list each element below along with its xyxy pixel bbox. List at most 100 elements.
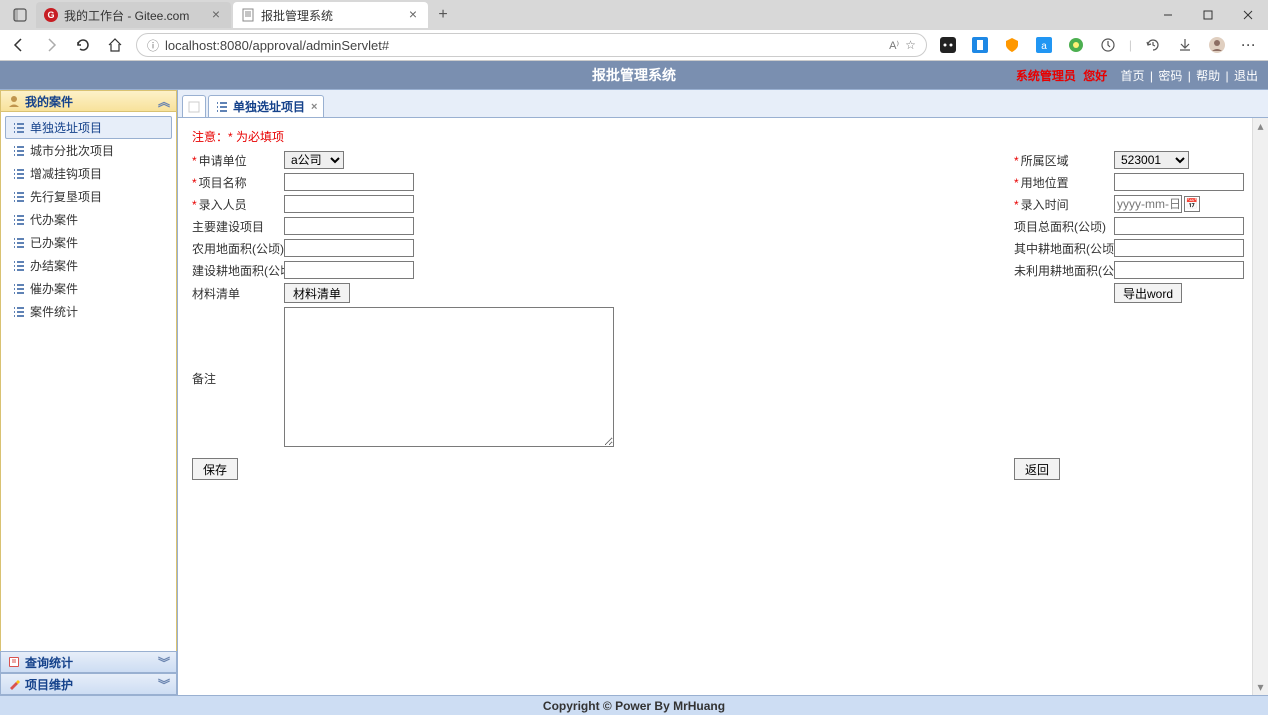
close-icon[interactable]: ×: [209, 8, 223, 22]
close-icon[interactable]: ×: [311, 101, 317, 113]
ext-icon-5[interactable]: [1065, 34, 1087, 56]
total-area-input[interactable]: [1114, 217, 1244, 235]
label-main-build: 主要建设项目: [192, 218, 284, 235]
sidebar-item-done[interactable]: 已办案件: [5, 231, 172, 254]
project-name-input[interactable]: [284, 173, 414, 191]
label-material-list: 材料清单: [192, 285, 284, 302]
land-location-input[interactable]: [1114, 173, 1244, 191]
minimize-button[interactable]: [1148, 0, 1188, 30]
favorite-icon[interactable]: ☆: [905, 38, 916, 52]
browser-tab-gitee[interactable]: G 我的工作台 - Gitee.com ×: [36, 2, 231, 28]
sidebar-item-pending[interactable]: 代办案件: [5, 208, 172, 231]
export-word-button[interactable]: 导出word: [1114, 283, 1182, 303]
list-icon: [12, 305, 26, 319]
nav-label: 案件统计: [30, 303, 78, 320]
ext-icon-1[interactable]: [937, 34, 959, 56]
collapse-icon[interactable]: ︽: [158, 93, 170, 110]
form: *申请单位 a公司 *所属区域 523001 *项目名称 *用地位置 *录入人员…: [192, 151, 1254, 450]
site-info-icon[interactable]: ⓘ: [147, 37, 159, 54]
ext-icon-2[interactable]: [969, 34, 991, 56]
more-icon[interactable]: ···: [1238, 34, 1260, 56]
app-header: 报批管理系统 系统管理员 您好 首页 | 密码 | 帮助 | 退出: [0, 61, 1268, 89]
browser-tab-app[interactable]: 报批管理系统 ×: [233, 2, 428, 28]
entry-person-input[interactable]: [284, 195, 414, 213]
material-list-button[interactable]: 材料清单: [284, 283, 350, 303]
ext-icon-3[interactable]: [1001, 34, 1023, 56]
scroll-up-icon[interactable]: ▴: [1253, 118, 1268, 134]
app-title: 报批管理系统: [592, 65, 676, 85]
download-icon[interactable]: [1174, 34, 1196, 56]
svg-text:a: a: [1041, 41, 1047, 52]
expand-icon[interactable]: ︾: [158, 676, 170, 693]
sidebar-item-reclaim[interactable]: 先行复垦项目: [5, 185, 172, 208]
copyright: Copyright © Power By MrHuang: [543, 699, 725, 713]
sidebar-item-single-site[interactable]: 单独选址项目: [5, 116, 172, 139]
list-icon: [12, 236, 26, 250]
tab-actions-icon[interactable]: [8, 3, 32, 27]
book-icon: [7, 655, 21, 669]
remark-textarea[interactable]: [284, 307, 614, 447]
tabpane-head: 单独选址项目 ×: [178, 90, 1268, 118]
label-region: *所属区域: [1014, 152, 1114, 169]
sidebar-item-increase-decrease[interactable]: 增减挂钩项目: [5, 162, 172, 185]
save-button[interactable]: 保存: [192, 458, 238, 480]
plow-area-input[interactable]: [1114, 239, 1244, 257]
label-entry-person: *录入人员: [192, 196, 284, 213]
sidebar-item-stats[interactable]: 案件统计: [5, 300, 172, 323]
scroll-down-icon[interactable]: ▾: [1253, 679, 1268, 695]
main-build-input[interactable]: [284, 217, 414, 235]
address-bar[interactable]: ⓘ A⁾ ☆: [136, 33, 927, 57]
required-notice: 注意：* 为必填项: [192, 128, 1254, 145]
browser-chrome: G 我的工作台 - Gitee.com × 报批管理系统 × + ⓘ A⁾ ☆: [0, 0, 1268, 61]
list-icon: [12, 282, 26, 296]
unused-plow-input[interactable]: [1114, 261, 1244, 279]
sidebar-item-city-batch[interactable]: 城市分批次项目: [5, 139, 172, 162]
nav-label: 已办案件: [30, 234, 78, 251]
panel-mycases[interactable]: 我的案件 ︽: [0, 90, 177, 112]
back-button[interactable]: 返回: [1014, 458, 1060, 480]
nav-logout-link[interactable]: 退出: [1234, 69, 1258, 83]
close-window-button[interactable]: [1228, 0, 1268, 30]
list-icon: [12, 190, 26, 204]
panel-project-maint[interactable]: 项目维护 ︾: [0, 673, 177, 695]
history-icon[interactable]: [1142, 34, 1164, 56]
nav-password-link[interactable]: 密码: [1158, 69, 1182, 83]
content: 注意：* 为必填项 *申请单位 a公司 *所属区域 523001 *项目名称 *…: [178, 118, 1268, 695]
url-input[interactable]: [165, 38, 883, 53]
tab-label: 单独选址项目: [233, 98, 305, 115]
forward-button[interactable]: [40, 34, 62, 56]
ext-icon-4[interactable]: a: [1033, 34, 1055, 56]
scrollbar[interactable]: ▴ ▾: [1252, 118, 1268, 695]
tab-single-site[interactable]: 单独选址项目 ×: [208, 95, 324, 117]
extension-icons: a | ···: [937, 34, 1260, 56]
apply-unit-select[interactable]: a公司: [284, 151, 344, 169]
profile-icon[interactable]: [1206, 34, 1228, 56]
build-plow-input[interactable]: [284, 261, 414, 279]
farm-area-input[interactable]: [284, 239, 414, 257]
nav-label: 办结案件: [30, 257, 78, 274]
tab-home[interactable]: [182, 95, 206, 117]
sidebar-item-closed[interactable]: 办结案件: [5, 254, 172, 277]
calendar-icon[interactable]: 📅: [1184, 196, 1200, 212]
refresh-button[interactable]: [72, 34, 94, 56]
home-button[interactable]: [104, 34, 126, 56]
label-remark: 备注: [192, 370, 284, 387]
list-icon: [12, 259, 26, 273]
label-land-location: *用地位置: [1014, 174, 1114, 191]
user-role: 系统管理员: [1016, 69, 1076, 83]
sidebar-item-urge[interactable]: 催办案件: [5, 277, 172, 300]
label-apply-unit: *申请单位: [192, 152, 284, 169]
entry-time-input[interactable]: [1114, 195, 1182, 213]
new-tab-button[interactable]: +: [430, 2, 456, 28]
extensions-icon[interactable]: [1097, 34, 1119, 56]
expand-icon[interactable]: ︾: [158, 654, 170, 671]
region-select[interactable]: 523001: [1114, 151, 1189, 169]
read-aloud-icon[interactable]: A⁾: [889, 39, 899, 52]
nav-home-link[interactable]: 首页: [1121, 69, 1145, 83]
list-icon: [12, 213, 26, 227]
nav-help-link[interactable]: 帮助: [1196, 69, 1220, 83]
maximize-button[interactable]: [1188, 0, 1228, 30]
panel-query-stats[interactable]: 查询统计 ︾: [0, 651, 177, 673]
close-icon[interactable]: ×: [406, 8, 420, 22]
back-button[interactable]: [8, 34, 30, 56]
